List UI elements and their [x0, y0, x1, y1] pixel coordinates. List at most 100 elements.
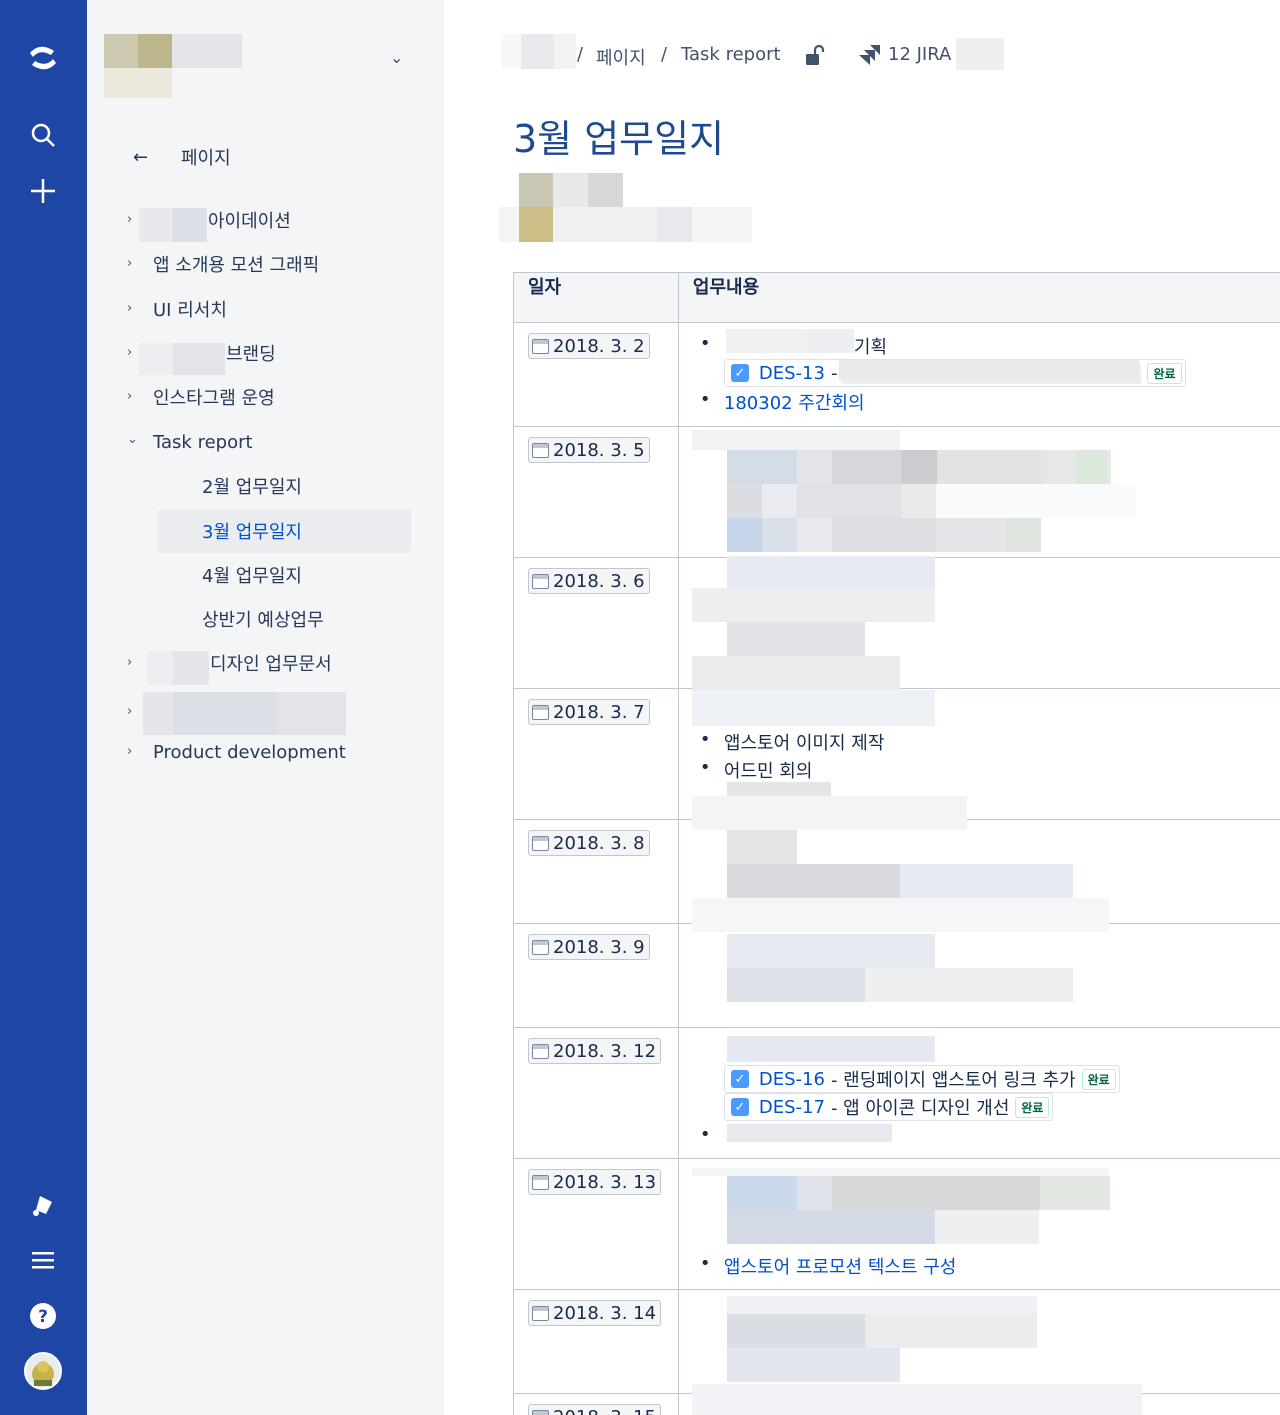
- jira-issue-des16[interactable]: ✓ DES-16 - 랜딩페이지 앱스토어 링크 추가 완료: [723, 1065, 1120, 1093]
- sidebar-item-label: 아이데이션: [208, 211, 291, 232]
- date-lozenge[interactable]: 2018. 3. 15: [528, 1404, 662, 1415]
- plus-icon[interactable]: [23, 171, 63, 211]
- date-text: 2018. 3. 12: [553, 1040, 657, 1062]
- checkbox-icon: ✓: [730, 364, 749, 382]
- task-text: 기획: [853, 337, 888, 358]
- date-lozenge[interactable]: 2018. 3. 8: [528, 830, 650, 856]
- jira-summary: - 앱 아이콘 디자인 개선: [830, 1098, 1010, 1119]
- unlock-icon[interactable]: [805, 44, 825, 70]
- breadcrumb-pages[interactable]: 페이지: [596, 44, 646, 70]
- table-row: 2018. 3. 6: [513, 557, 1280, 689]
- sidebar-item-product-dev[interactable]: › Product development: [87, 730, 444, 774]
- date-lozenge[interactable]: 2018. 3. 6: [528, 568, 650, 594]
- sidebar-item-ui-research[interactable]: › UI 리서치: [87, 287, 444, 331]
- sidebar-item-motion-graphic[interactable]: › 앱 소개용 모션 그래픽: [87, 242, 444, 286]
- date-lozenge[interactable]: 2018. 3. 5: [528, 437, 650, 463]
- chevron-right-icon: ›: [127, 704, 133, 719]
- sidebar-item-label: UI 리서치: [153, 300, 227, 321]
- jira-key: DES-16: [758, 1068, 825, 1090]
- chevron-right-icon: ›: [127, 744, 133, 759]
- table-row: 2018. 3. 9: [513, 923, 1280, 1028]
- table-row: 2018. 3. 14: [513, 1289, 1280, 1394]
- sidebar-back-label: 페이지: [181, 148, 231, 169]
- sidebar: ⌄ ← 페이지 › 아이데이션 › 앱 소개용 모션 그래픽 › UI 리서치 …: [87, 0, 444, 1415]
- calendar-icon: [532, 704, 549, 720]
- calendar-icon: [532, 573, 549, 589]
- sidebar-item-label: 상반기 예상업무: [202, 610, 324, 631]
- jira-issue-des13[interactable]: ✓ DES-13 - 완료: [723, 359, 1186, 387]
- breadcrumb-task-report[interactable]: Task report: [681, 44, 781, 65]
- date-lozenge[interactable]: 2018. 3. 7: [528, 699, 650, 725]
- sidebar-item-branding[interactable]: › 브랜딩: [87, 331, 444, 375]
- table-row: 2018. 3. 12 ✓ DES-16 - 랜딩페이지 앱스토어 링크 추가 …: [513, 1027, 1280, 1159]
- sidebar-item-instagram[interactable]: › 인스타그램 운영: [87, 375, 444, 419]
- date-lozenge[interactable]: 2018. 3. 9: [528, 934, 650, 960]
- sidebar-item-label: 4월 업무일지: [202, 566, 302, 587]
- meeting-link[interactable]: 180302 주간회의: [700, 389, 865, 415]
- date-lozenge[interactable]: 2018. 3. 2: [528, 333, 650, 359]
- sidebar-item-label: 앱 소개용 모션 그래픽: [153, 255, 320, 276]
- table-row: 2018. 3. 5: [513, 426, 1280, 558]
- date-text: 2018. 3. 7: [553, 701, 645, 723]
- table-header-content: 업무내용: [677, 272, 1280, 323]
- date-lozenge[interactable]: 2018. 3. 14: [528, 1300, 662, 1326]
- space-avatar[interactable]: [104, 34, 242, 98]
- chevron-right-icon: ›: [127, 301, 133, 316]
- breadcrumb-separator: /: [577, 44, 584, 65]
- help-icon[interactable]: ?: [23, 1296, 63, 1336]
- jira-summary: - 랜딩페이지 앱스토어 링크 추가: [830, 1070, 1076, 1091]
- calendar-icon: [532, 1305, 549, 1321]
- sidebar-child-h1-plan[interactable]: 상반기 예상업무: [87, 597, 444, 641]
- sidebar-item-task-report[interactable]: ⌄ Task report: [87, 420, 444, 464]
- task-text: 앱스토어 이미지 제작: [700, 729, 885, 755]
- sidebar-item-design-docs[interactable]: › 디자인 업무문서: [87, 641, 444, 685]
- table-row: 2018. 3. 8: [513, 819, 1280, 924]
- task-text: 어드민 회의: [700, 757, 812, 783]
- search-icon[interactable]: [23, 115, 63, 155]
- jira-icon: [858, 44, 882, 70]
- date-text: 2018. 3. 6: [553, 570, 645, 592]
- back-arrow-icon: ←: [133, 146, 149, 168]
- page-title: 3월 업무일지: [513, 117, 725, 161]
- task-link[interactable]: 앱스토어 프로모션 텍스트 구성: [700, 1253, 957, 1279]
- date-text: 2018. 3. 2: [553, 335, 645, 357]
- sidebar-child-mar-log[interactable]: 3월 업무일지: [158, 509, 411, 553]
- sidebar-child-apr-log[interactable]: 4월 업무일지: [87, 553, 444, 597]
- sidebar-item-ideation[interactable]: › 아이데이션: [87, 198, 444, 242]
- jira-issue-des17[interactable]: ✓ DES-17 - 앱 아이콘 디자인 개선 완료: [723, 1093, 1054, 1121]
- breadcrumb-separator: /: [661, 44, 668, 65]
- checkbox-icon: ✓: [730, 1070, 749, 1088]
- status-badge: 완료: [1015, 1096, 1050, 1118]
- date-text: 2018. 3. 13: [553, 1171, 657, 1193]
- space-menu-chevron-icon[interactable]: ⌄: [390, 48, 403, 67]
- sidebar-back-pages[interactable]: ← 페이지: [87, 135, 444, 179]
- table-row: 2018. 3. 2 기획 ✓ DES-13 - 완료 180302 주간회의: [513, 322, 1280, 427]
- chevron-down-icon: ⌄: [127, 432, 138, 447]
- status-badge: 완료: [1081, 1068, 1116, 1090]
- jira-key: DES-17: [758, 1096, 825, 1118]
- status-badge: 완료: [1147, 362, 1182, 384]
- calendar-icon: [532, 939, 549, 955]
- date-lozenge[interactable]: 2018. 3. 12: [528, 1038, 662, 1064]
- sidebar-item-label: Task report: [153, 431, 253, 453]
- chevron-right-icon: ›: [127, 345, 133, 360]
- sidebar-item-label: 인스타그램 운영: [153, 388, 275, 409]
- notification-icon[interactable]: [23, 1185, 63, 1225]
- date-text: 2018. 3. 15: [553, 1407, 656, 1415]
- sidebar-item-label: 2월 업무일지: [202, 477, 302, 498]
- calendar-icon: [532, 835, 549, 851]
- date-lozenge[interactable]: 2018. 3. 13: [528, 1169, 662, 1195]
- sidebar-child-feb-log[interactable]: 2월 업무일지: [87, 464, 444, 508]
- chevron-right-icon: ›: [127, 256, 133, 271]
- date-text: 2018. 3. 14: [553, 1302, 657, 1324]
- jira-issues-link[interactable]: 12 JIRA: [888, 44, 951, 65]
- table-row: 2018. 3. 13 앱스토어 프로모션 텍스트 구성: [513, 1158, 1280, 1290]
- sidebar-item-label: 3월 업무일지: [202, 522, 302, 543]
- menu-icon[interactable]: [23, 1240, 63, 1280]
- confluence-logo-icon[interactable]: [23, 38, 63, 78]
- main-content: / 페이지 / Task report 12 JIRA 3월 업무일지 일자 업…: [444, 0, 1280, 1415]
- sidebar-item-label: 브랜딩: [226, 344, 276, 365]
- avatar[interactable]: [23, 1351, 63, 1391]
- date-text: 2018. 3. 5: [553, 439, 645, 461]
- table-header-date: 일자: [513, 272, 679, 323]
